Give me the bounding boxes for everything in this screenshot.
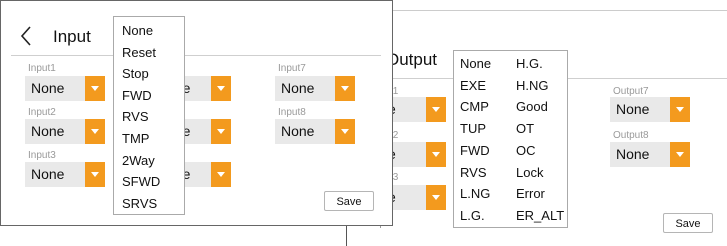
input1-select[interactable]: None xyxy=(25,76,105,101)
output1-dropdown-button[interactable] xyxy=(426,97,446,122)
input-menu-item[interactable]: Reset xyxy=(122,45,156,60)
chevron-down-icon xyxy=(217,172,225,177)
input1-dropdown-button[interactable] xyxy=(85,76,105,101)
input7-select[interactable]: None xyxy=(275,76,355,101)
output-dropdown-menu: None EXE CMP TUP FWD RVS L.NG L.G. H.G. H.NG Good… xyxy=(453,50,568,228)
output-menu-item[interactable]: OT xyxy=(516,121,534,136)
output8-value: None xyxy=(616,146,650,162)
input-menu-item[interactable]: Stop xyxy=(122,66,149,81)
chevron-down-icon xyxy=(91,129,99,134)
input3-dropdown-button[interactable] xyxy=(85,162,105,187)
output-menu-item[interactable]: EXE xyxy=(460,78,486,93)
output-menu-item[interactable]: FWD xyxy=(460,143,490,158)
input-save-button[interactable]: Save xyxy=(324,191,374,211)
input4-dropdown-button[interactable] xyxy=(211,76,231,101)
output-menu-item[interactable]: L.G. xyxy=(460,208,485,223)
input-menu-item[interactable]: TMP xyxy=(122,131,149,146)
output-menu-item[interactable]: RVS xyxy=(460,165,487,180)
input6-dropdown-button[interactable] xyxy=(211,162,231,187)
input-menu-item[interactable]: None xyxy=(122,23,153,38)
output7-value: None xyxy=(616,101,650,117)
output7-dropdown-button[interactable] xyxy=(670,97,690,122)
input-menu-item[interactable]: FWD xyxy=(122,88,152,103)
chevron-down-icon xyxy=(432,107,440,112)
output-menu-item[interactable]: ER_ALT xyxy=(516,208,564,223)
output8-label: Output8 xyxy=(613,130,649,141)
back-arrow-icon[interactable] xyxy=(20,26,32,46)
output-menu-item[interactable]: None xyxy=(460,56,491,71)
chevron-down-icon xyxy=(676,152,684,157)
output-save-button[interactable]: Save xyxy=(663,213,713,233)
chevron-down-icon xyxy=(432,195,440,200)
input-menu-item[interactable]: RVS xyxy=(122,109,149,124)
output-page-title: Output xyxy=(386,50,438,69)
input-menu-item[interactable]: SFWD xyxy=(122,174,160,189)
input-page-title: Input xyxy=(53,27,91,46)
output7-label: Output7 xyxy=(613,86,649,97)
chevron-down-icon xyxy=(91,172,99,177)
input5-dropdown-button[interactable] xyxy=(211,119,231,144)
output8-dropdown-button[interactable] xyxy=(670,142,690,167)
output-menu-item[interactable]: CMP xyxy=(460,99,489,114)
chevron-down-icon xyxy=(341,129,349,134)
input8-select[interactable]: None xyxy=(275,119,355,144)
input3-select[interactable]: None xyxy=(25,162,105,187)
output-menu-item[interactable]: OC xyxy=(516,143,536,158)
output8-select[interactable]: None xyxy=(610,142,690,167)
input-header-divider xyxy=(11,55,381,56)
input-menu-item[interactable]: SRVS xyxy=(122,196,157,211)
output3-dropdown-button[interactable] xyxy=(426,185,446,210)
chevron-down-icon xyxy=(217,129,225,134)
output-menu-item[interactable]: Error xyxy=(516,186,545,201)
input7-dropdown-button[interactable] xyxy=(335,76,355,101)
input3-label: Input3 xyxy=(28,150,56,161)
input8-dropdown-button[interactable] xyxy=(335,119,355,144)
input2-select[interactable]: None xyxy=(25,119,105,144)
input-dropdown-menu: None Reset Stop FWD RVS TMP 2Way SFWD SRVS xyxy=(113,16,185,215)
input-menu-item[interactable]: 2Way xyxy=(122,153,155,168)
chevron-down-icon xyxy=(91,86,99,91)
input8-value: None xyxy=(281,123,315,139)
output2-dropdown-button[interactable] xyxy=(426,142,446,167)
input1-label: Input1 xyxy=(28,63,56,74)
output-menu-item[interactable]: H.G. xyxy=(516,56,543,71)
output-menu-item[interactable]: L.NG xyxy=(460,186,490,201)
output-menu-item[interactable]: H.NG xyxy=(516,78,549,93)
input1-value: None xyxy=(31,80,65,96)
input2-label: Input2 xyxy=(28,107,56,118)
input-screen: Input Input1 None Input2 None Input3 Non… xyxy=(0,0,393,226)
input2-dropdown-button[interactable] xyxy=(85,119,105,144)
chevron-down-icon xyxy=(341,86,349,91)
output-menu-item[interactable]: Lock xyxy=(516,165,543,180)
chevron-down-icon xyxy=(217,86,225,91)
input3-value: None xyxy=(31,166,65,182)
chevron-down-icon xyxy=(432,152,440,157)
input7-label: Input7 xyxy=(278,63,306,74)
output-screen-top-border xyxy=(380,10,727,11)
chevron-down-icon xyxy=(676,107,684,112)
output-menu-item[interactable]: TUP xyxy=(460,121,486,136)
input8-label: Input8 xyxy=(278,107,306,118)
output-menu-item[interactable]: Good xyxy=(516,99,548,114)
output7-select[interactable]: None xyxy=(610,97,690,122)
input2-value: None xyxy=(31,123,65,139)
input7-value: None xyxy=(281,80,315,96)
